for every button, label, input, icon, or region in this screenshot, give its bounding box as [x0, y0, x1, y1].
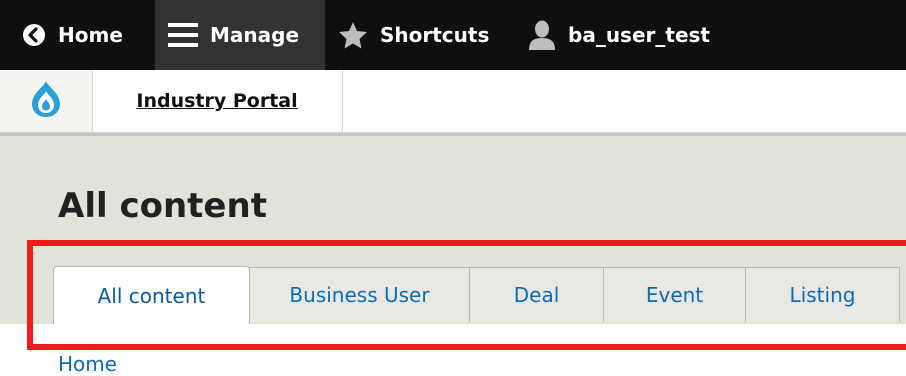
tab-label: Deal	[513, 283, 560, 307]
toolbar-user-tab[interactable]: ba_user_test	[528, 0, 738, 70]
breadcrumb-home-link[interactable]: Home	[58, 352, 117, 376]
back-arrow-icon	[22, 23, 46, 47]
tab-deal[interactable]: Deal	[469, 267, 604, 322]
toolbar-home-link[interactable]: Home	[22, 0, 142, 70]
tab-label: Listing	[789, 283, 856, 307]
page-header: All content All content Business User De…	[0, 133, 906, 324]
tab-all-content[interactable]: All content	[53, 266, 250, 324]
page-title: All content	[58, 186, 267, 226]
tab-business-user[interactable]: Business User	[249, 267, 470, 322]
tab-label: Event	[645, 283, 704, 307]
secondary-toolbar: Industry Portal	[0, 70, 906, 133]
admin-toolbar: Home Manage Shortcuts ba_user_test	[0, 0, 906, 70]
site-name-cell: Industry Portal	[92, 70, 343, 132]
drupal-logo-icon	[29, 79, 63, 123]
star-icon	[338, 21, 368, 49]
hamburger-menu-icon	[168, 22, 198, 48]
toolbar-shortcuts-label: Shortcuts	[380, 23, 490, 47]
tab-listing[interactable]: Listing	[745, 267, 900, 322]
toolbar-user-label: ba_user_test	[568, 23, 710, 47]
user-icon	[528, 20, 556, 50]
tab-label: Business User	[289, 283, 430, 307]
tab-label: All content	[97, 283, 206, 308]
drupal-logo-link[interactable]	[0, 70, 93, 132]
toolbar-shortcuts-tab[interactable]: Shortcuts	[338, 0, 508, 70]
site-name-link[interactable]: Industry Portal	[136, 90, 297, 112]
tab-event[interactable]: Event	[603, 267, 746, 322]
toolbar-home-label: Home	[58, 23, 123, 47]
toolbar-manage-tab[interactable]: Manage	[155, 0, 325, 70]
toolbar-manage-label: Manage	[210, 23, 300, 47]
